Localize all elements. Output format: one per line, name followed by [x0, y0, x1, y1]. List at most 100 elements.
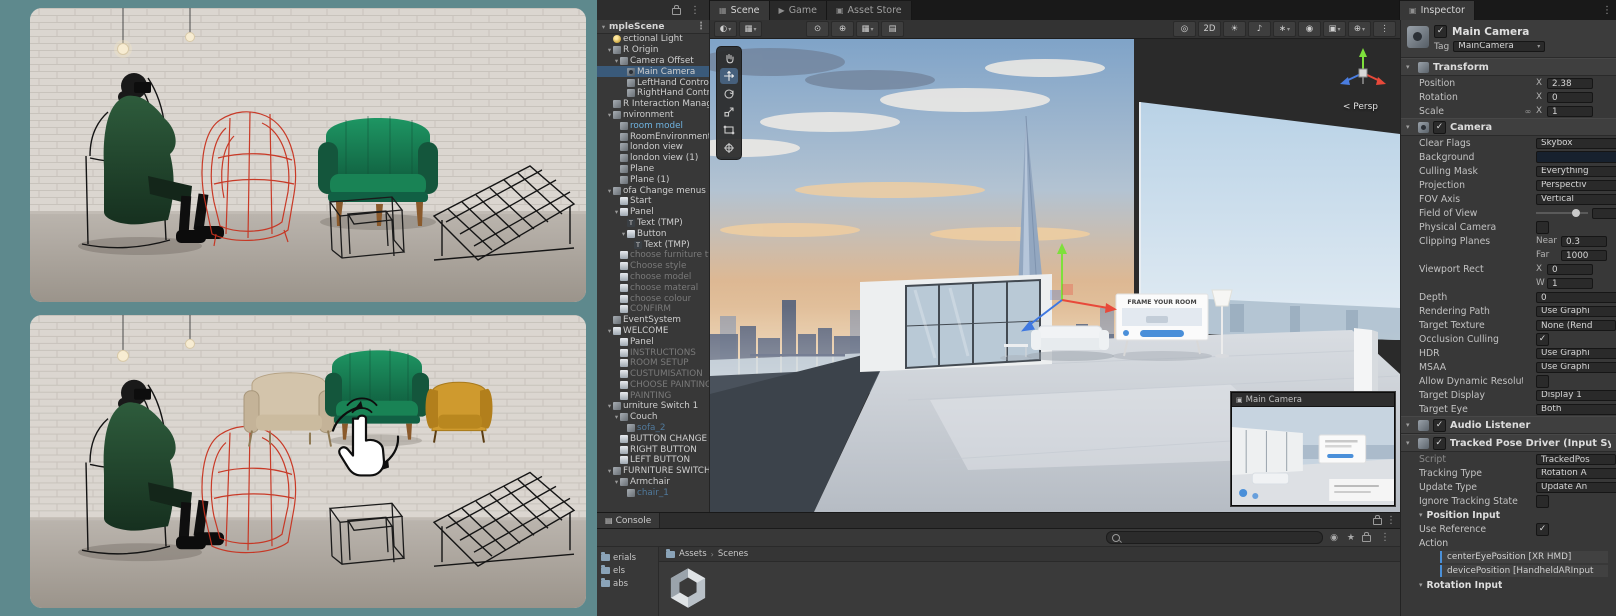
- value-field[interactable]: 1: [1547, 277, 1593, 289]
- breadcrumb-root[interactable]: Assets: [679, 549, 707, 559]
- inspector-row[interactable]: Rotation Input ▾: [1401, 578, 1616, 592]
- hierarchy-item[interactable]: ROOM SETUP: [597, 358, 709, 369]
- rotate-tool[interactable]: [720, 86, 738, 102]
- hierarchy-item[interactable]: Main Camera: [597, 66, 709, 78]
- scene-audio-toggle[interactable]: ♪: [1248, 21, 1271, 37]
- fold-icon[interactable]: ▾: [606, 45, 613, 55]
- hierarchy-item[interactable]: R Interaction Manager: [597, 99, 709, 110]
- hierarchy-item[interactable]: RightHand Controller: [597, 88, 709, 99]
- inspector-menu-icon[interactable]: ⋮: [1598, 5, 1616, 16]
- fold-icon[interactable]: ▾: [606, 326, 613, 336]
- dropdown-field[interactable]: Rotation A ▾: [1536, 467, 1616, 479]
- checkbox[interactable]: [1536, 522, 1549, 536]
- project-folder[interactable]: erials: [597, 551, 658, 564]
- project-search[interactable]: [1106, 531, 1324, 544]
- grid-visibility[interactable]: ▦ ▾: [856, 21, 879, 37]
- dropdown-field[interactable]: Update An ▾: [1536, 481, 1616, 493]
- inspector-row[interactable]: Position X 2.38: [1401, 76, 1616, 90]
- hierarchy-item[interactable]: ectional Light: [597, 34, 709, 45]
- transform-component-header[interactable]: ▾ Transform: [1401, 58, 1616, 76]
- dropdown-field[interactable]: Use Graphi ▾: [1536, 361, 1616, 373]
- debug-mode-dropdown[interactable]: ▦ ▾: [739, 21, 762, 37]
- inspector-row[interactable]: Position Input ▾: [1401, 508, 1616, 522]
- view-tab[interactable]: ▣ Asset Store: [826, 1, 912, 20]
- hierarchy-item[interactable]: ▾ Couch: [597, 412, 709, 423]
- fold-icon[interactable]: ▾: [613, 207, 620, 217]
- hierarchy-item[interactable]: INSTRUCTIONS: [597, 347, 709, 358]
- hierarchy-item[interactable]: choose furniture type: [597, 250, 709, 261]
- tag-dropdown[interactable]: MainCamera ▾: [1453, 41, 1546, 52]
- checkbox[interactable]: [1536, 332, 1549, 346]
- scene-lighting-toggle[interactable]: ☀: [1223, 21, 1246, 37]
- inspector-row[interactable]: Culling Mask Everything ▾ Everything: [1401, 164, 1616, 178]
- camera-component-header[interactable]: ▾ Camera: [1401, 118, 1616, 136]
- input-action-binding[interactable]: devicePosition [HandheldARInput: [1440, 565, 1608, 577]
- project-lock-icon[interactable]: [1362, 532, 1371, 542]
- dropdown-field[interactable]: Use Graphi ▾: [1536, 305, 1616, 317]
- lock-icon[interactable]: [672, 4, 681, 15]
- fold-icon[interactable]: ▾: [606, 186, 613, 196]
- dropdown-field[interactable]: Vertical ▾: [1536, 193, 1616, 205]
- checkbox[interactable]: [1536, 220, 1549, 234]
- hierarchy-item[interactable]: Choose style: [597, 261, 709, 272]
- input-action-binding[interactable]: centerEyePosition [XR HMD]: [1440, 551, 1608, 563]
- inspector-row[interactable]: Target Eye Both ▾ Both: [1401, 402, 1616, 416]
- fold-icon[interactable]: ▾: [606, 466, 613, 476]
- hierarchy-item[interactable]: CUSTUMISATION: [597, 369, 709, 380]
- hierarchy-item[interactable]: choose colour: [597, 293, 709, 304]
- object-field[interactable]: None (Rend ⊙: [1536, 319, 1616, 331]
- hierarchy-item[interactable]: Plane (1): [597, 174, 709, 185]
- fold-icon[interactable]: ▾: [613, 412, 620, 422]
- hierarchy-item[interactable]: london view: [597, 142, 709, 153]
- tracked-pose-checkbox[interactable]: [1432, 436, 1446, 450]
- inspector-row[interactable]: Clear Flags Skybox ▾ Skybox: [1401, 136, 1616, 150]
- inspector-row[interactable]: Script TrackedPos ▾ TrackedPos Tr: [1401, 452, 1616, 466]
- tool-handle-pivot[interactable]: ⊙: [806, 21, 829, 37]
- hierarchy-item[interactable]: chair_1: [597, 487, 709, 498]
- inspector-row[interactable]: devicePosition [HandheldARInput ▾: [1401, 564, 1616, 578]
- inspector-row[interactable]: Clipping Planes 0.3 ▾ 0.3: [1401, 234, 1616, 248]
- hierarchy-item[interactable]: PAINTING: [597, 390, 709, 401]
- cameras-dropdown[interactable]: ▣ ▾: [1323, 21, 1346, 37]
- dropdown-field[interactable]: Perspectiv ▾: [1536, 179, 1616, 191]
- camera-enabled-checkbox[interactable]: [1433, 120, 1446, 134]
- hierarchy-item[interactable]: ▾ Button: [597, 228, 709, 239]
- color-swatch[interactable]: [1536, 151, 1616, 163]
- hierarchy-item[interactable]: choose materal: [597, 282, 709, 293]
- view-tab[interactable]: ▶ Game: [769, 1, 827, 20]
- scene-orientation-gizmo[interactable]: [1336, 44, 1390, 101]
- inspector-row[interactable]: 1000 ▾ 1000 Far: [1401, 248, 1616, 262]
- inspector-row[interactable]: Field of View ▾: [1401, 206, 1616, 220]
- audio-listener-header[interactable]: ▾ Audio Listener: [1401, 416, 1616, 434]
- shading-mode-dropdown[interactable]: ◐ ▾: [714, 21, 737, 37]
- hidden-objects-toggle[interactable]: ◉: [1298, 21, 1321, 37]
- hierarchy-item[interactable]: room model: [597, 120, 709, 131]
- dropdown-field[interactable]: Everything ▾: [1536, 165, 1616, 177]
- inspector-row[interactable]: FOV Axis Vertical ▾ Vertical: [1401, 192, 1616, 206]
- console-lock-icon[interactable]: [1373, 515, 1382, 525]
- snap-increment[interactable]: ▤: [881, 21, 904, 37]
- dropdown-field[interactable]: Use Graphi ▾: [1536, 347, 1616, 359]
- rect-tool[interactable]: [720, 122, 738, 138]
- object-field[interactable]: TrackedPos ⊙: [1536, 453, 1616, 465]
- tab-console[interactable]: ▤ Console: [597, 513, 661, 528]
- visibility-icon[interactable]: ◉: [1328, 533, 1340, 543]
- inspector-row[interactable]: Background ▾: [1401, 150, 1616, 164]
- hierarchy-item[interactable]: ▾ Panel: [597, 207, 709, 218]
- checkbox[interactable]: [1536, 494, 1549, 508]
- fold-icon[interactable]: ▾: [613, 56, 620, 66]
- tab-inspector[interactable]: ▣ Inspector: [1400, 1, 1475, 20]
- fold-icon[interactable]: ▾: [606, 110, 613, 120]
- slider[interactable]: [1536, 207, 1616, 219]
- inspector-row[interactable]: Scale ∞ X 1: [1401, 104, 1616, 118]
- scale-tool[interactable]: [720, 104, 738, 120]
- inspector-row[interactable]: Physical Camera ▾: [1401, 220, 1616, 234]
- hierarchy-item[interactable]: sofa_2: [597, 423, 709, 434]
- scene-view-menu[interactable]: ⋮: [1373, 21, 1396, 37]
- hierarchy-item[interactable]: RoomEnvironment: [597, 131, 709, 142]
- inspector-row[interactable]: Allow Dynamic Resolution ▾: [1401, 374, 1616, 388]
- tracked-pose-header[interactable]: ▾ Tracked Pose Driver (Input Sys: [1401, 434, 1616, 452]
- hierarchy-item[interactable]: EventSystem: [597, 315, 709, 326]
- value-field[interactable]: 2.38: [1547, 77, 1593, 89]
- hierarchy-item[interactable]: Panel: [597, 336, 709, 347]
